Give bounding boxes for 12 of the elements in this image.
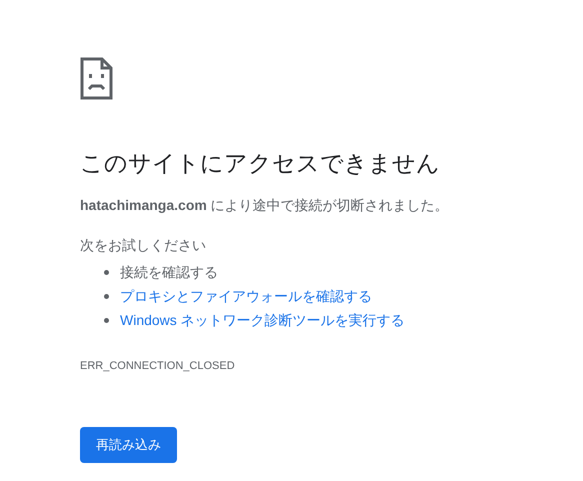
error-code: ERR_CONNECTION_CLOSED: [80, 359, 236, 374]
bullet-icon: [104, 318, 109, 322]
suggestion-link[interactable]: Windows ネットワーク診断ツールを実行する: [120, 310, 405, 330]
error-message: hatachimanga.com により途中で接続が切断されました。: [80, 196, 450, 215]
reload-button[interactable]: 再読み込み: [80, 426, 177, 462]
sad-page-icon: [80, 57, 113, 100]
suggestions-heading: 次をお試しください: [80, 236, 207, 255]
suggestion-link[interactable]: プロキシとファイアウォールを確認する: [120, 286, 372, 306]
bullet-icon: [104, 270, 109, 274]
suggestion-text: 接続を確認する: [120, 262, 218, 282]
bullet-icon: [104, 294, 109, 298]
error-title: このサイトにアクセスできません: [80, 149, 441, 178]
